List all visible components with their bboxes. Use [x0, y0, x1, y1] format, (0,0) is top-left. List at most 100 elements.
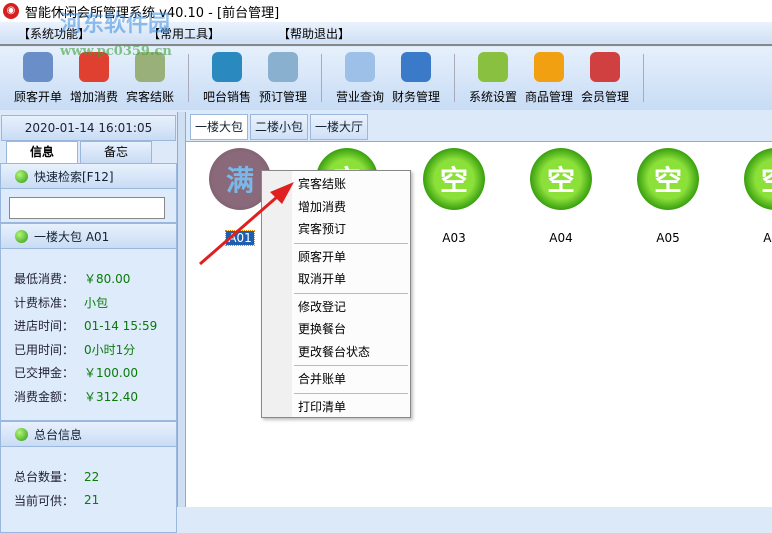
- datetime: 2020-01-14 16:01:05: [1, 115, 176, 141]
- table-A06[interactable]: 空 A06: [740, 148, 772, 245]
- summary-title: 总台信息: [34, 427, 83, 442]
- menu-help-exit[interactable]: 【帮助退出】: [278, 25, 350, 42]
- context-menu-item[interactable]: 取消开单: [262, 268, 410, 291]
- members-icon: [590, 52, 620, 82]
- info-value: ￥312.40: [84, 389, 138, 404]
- area-tab[interactable]: 一楼大包: [190, 114, 249, 140]
- green-dot-icon: [15, 229, 28, 243]
- info-row: 最低消费： ￥80.00: [1, 267, 176, 291]
- context-menu-item[interactable]: 更换餐台: [262, 318, 410, 341]
- menu-bar: 【系统功能】 【常用工具】 【帮助退出】: [0, 22, 772, 46]
- window-title: 智能休闲会所管理系统 v40.10 - [前台管理]: [25, 5, 280, 21]
- toolbar-button-label: 财务管理: [391, 90, 440, 104]
- info-label: 总台数量：: [14, 470, 75, 485]
- toolbar-separator: [643, 54, 644, 102]
- context-menu-item[interactable]: 宾客结账: [262, 173, 410, 196]
- toolbar-separator: [454, 54, 455, 102]
- context-menu-item[interactable]: 宾客预订: [262, 218, 410, 241]
- menu-system[interactable]: 【系统功能】: [18, 25, 90, 42]
- table-label: A05: [656, 231, 680, 245]
- table-A03[interactable]: 空 A03: [419, 148, 489, 245]
- info-row: 计费标准： 小包: [1, 291, 176, 315]
- table-label: A04: [549, 231, 573, 245]
- toolbar-button-notebook[interactable]: 财务管理: [388, 52, 444, 105]
- toolbar-button-label: 顾客开单: [13, 90, 62, 104]
- toolbar-button-monitor[interactable]: 吧台销售: [199, 52, 255, 105]
- toolbar-button-label: 商品管理: [524, 90, 573, 104]
- app-logo-icon: ◉: [3, 3, 19, 19]
- info-row: 消费金额： ￥312.40: [1, 385, 176, 409]
- room-header[interactable]: 一楼大包 A01: [0, 223, 177, 249]
- toolbar-button-label: 吧台销售: [202, 90, 251, 104]
- info-row: 总台数量： 22: [1, 465, 176, 489]
- info-row: 进店时间： 01-14 15:59: [1, 314, 176, 338]
- context-menu-item[interactable]: 合并账单: [262, 368, 410, 391]
- context-menu-item[interactable]: 修改登记: [262, 296, 410, 319]
- quick-search-input[interactable]: [9, 197, 165, 219]
- toolbar-button-star[interactable]: 商品管理: [521, 52, 577, 105]
- context-menu-item[interactable]: 顾客开单: [262, 246, 410, 269]
- tab-info[interactable]: 信息: [6, 141, 78, 163]
- table-A05[interactable]: 空 A05: [633, 148, 703, 245]
- toolbar-button-clock-calendar[interactable]: 预订管理: [255, 52, 311, 105]
- info-row: 当前可供： 21: [1, 489, 176, 513]
- toolbar-button-label: 增加消费: [69, 90, 118, 104]
- quick-search-title: 快速检索[F12]: [34, 169, 114, 184]
- toolbar-button-label: 系统设置: [468, 90, 517, 104]
- menu-separator: [294, 392, 408, 394]
- table-status-icon: 空: [530, 148, 592, 210]
- info-label: 消费金额：: [14, 389, 75, 404]
- toolbar: 顾客开单 增加消费 宾客结账 吧台销售 预订管理 营业查询 财务管理 系统设置 商品管理 会员管理: [0, 47, 772, 110]
- table-A04[interactable]: 空 A04: [526, 148, 596, 245]
- green-dot-icon: [15, 169, 28, 183]
- magnifier-icon: [345, 52, 375, 82]
- toolbar-button-magnifier[interactable]: 营业查询: [332, 52, 388, 105]
- left-panel: 2020-01-14 16:01:05 信息 备忘 快速检索[F12] 一楼大包…: [0, 112, 178, 533]
- monitor-icon: [212, 52, 242, 82]
- gear-icon: [478, 52, 508, 82]
- toolbar-button-cubes[interactable]: 增加消费: [66, 52, 122, 105]
- context-menu-item[interactable]: 增加消费: [262, 196, 410, 219]
- toolbar-separator: [188, 54, 189, 102]
- toolbar-button-gear[interactable]: 系统设置: [465, 52, 521, 105]
- info-label: 进店时间：: [14, 319, 75, 334]
- menu-tools[interactable]: 【常用工具】: [148, 25, 220, 42]
- info-value: 0小时1分: [84, 342, 136, 357]
- area-tab[interactable]: 一楼大厅: [310, 114, 369, 140]
- quick-search-header[interactable]: 快速检索[F12]: [0, 163, 177, 189]
- area-tab[interactable]: 二楼小包: [250, 114, 309, 140]
- title-bar: ◉ 智能休闲会所管理系统 v40.10 - [前台管理]: [0, 0, 772, 22]
- tab-memo[interactable]: 备忘: [80, 141, 152, 163]
- calculator-icon: [135, 52, 165, 82]
- info-label: 当前可供：: [14, 493, 75, 508]
- info-label: 计费标准：: [14, 295, 75, 310]
- info-label: 最低消费：: [14, 272, 75, 287]
- green-dot-icon: [15, 427, 28, 441]
- splitter[interactable]: [178, 112, 186, 507]
- info-value: 01-14 15:59: [84, 318, 158, 333]
- info-value: ￥100.00: [84, 366, 138, 381]
- toolbar-button-members[interactable]: 会员管理: [577, 52, 633, 105]
- toolbar-button-label: 会员管理: [580, 90, 629, 104]
- cubes-icon: [79, 52, 109, 82]
- context-menu-item[interactable]: 打印清单: [262, 396, 410, 419]
- toolbar-button-calculator[interactable]: 宾客结账: [122, 52, 178, 105]
- table-label: A06: [763, 231, 772, 245]
- info-value: ￥80.00: [84, 272, 131, 287]
- menu-separator: [294, 292, 408, 294]
- room-title: 一楼大包 A01: [34, 229, 110, 244]
- clock-calendar-icon: [268, 52, 298, 82]
- info-value: 22: [84, 469, 100, 484]
- star-icon: [534, 52, 564, 82]
- menu-separator: [294, 242, 408, 244]
- menu-separator: [294, 365, 408, 366]
- table-label: A01: [225, 230, 255, 246]
- summary-header[interactable]: 总台信息: [0, 421, 177, 447]
- info-value: 小包: [84, 295, 109, 310]
- customer-icon: [23, 52, 53, 82]
- toolbar-button-customer[interactable]: 顾客开单: [10, 52, 66, 105]
- context-menu-item[interactable]: 更改餐台状态: [262, 341, 410, 364]
- context-menu: 宾客结账 增加消费 宾客预订顾客开单 取消开单修改登记 更换餐台 更改餐台状态 合并账单打印…: [261, 170, 411, 418]
- toolbar-button-label: 宾客结账: [125, 90, 174, 104]
- info-label: 已交押金：: [14, 366, 75, 381]
